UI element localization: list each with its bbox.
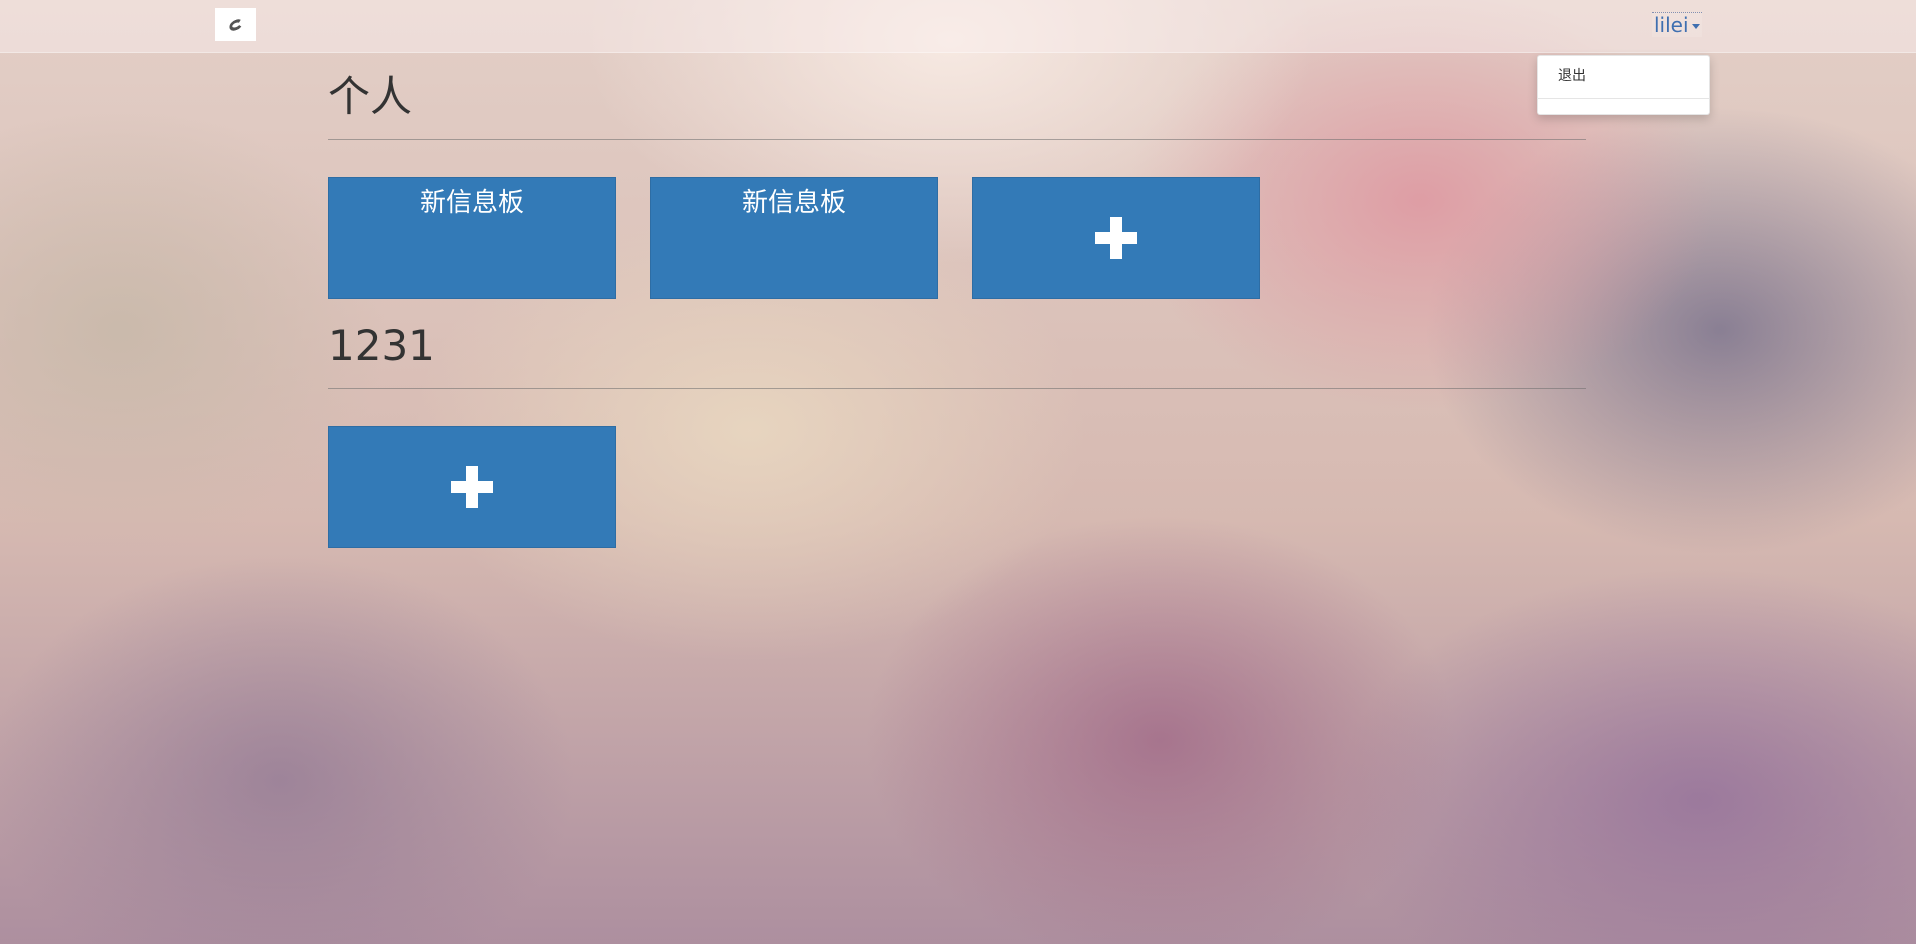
top-navbar: lilei [0,0,1916,53]
app-logo-icon [228,16,243,33]
section-divider [328,139,1586,140]
add-board-button[interactable] [972,177,1260,299]
user-dropdown-menu: 退出 [1537,55,1710,115]
brand-logo[interactable] [215,8,256,41]
add-board-button[interactable] [328,426,616,548]
plus-icon [451,466,493,508]
plus-icon [1095,217,1137,259]
section-title-personal: 个人 [328,72,413,121]
logout-menu-item[interactable]: 退出 [1558,65,1586,85]
user-menu-toggle[interactable]: lilei [1652,12,1702,37]
board-tile-label: 新信息板 [419,188,524,218]
caret-down-icon [1691,24,1700,29]
board-tile[interactable]: 新信息板 [328,177,616,299]
board-tile[interactable]: 新信息板 [650,177,938,299]
section-divider [328,388,1586,389]
board-tile-label: 新信息板 [741,188,846,218]
username-label: lilei [1654,13,1689,37]
section-title-team: 1231 [328,321,435,370]
menu-divider [1538,98,1709,99]
